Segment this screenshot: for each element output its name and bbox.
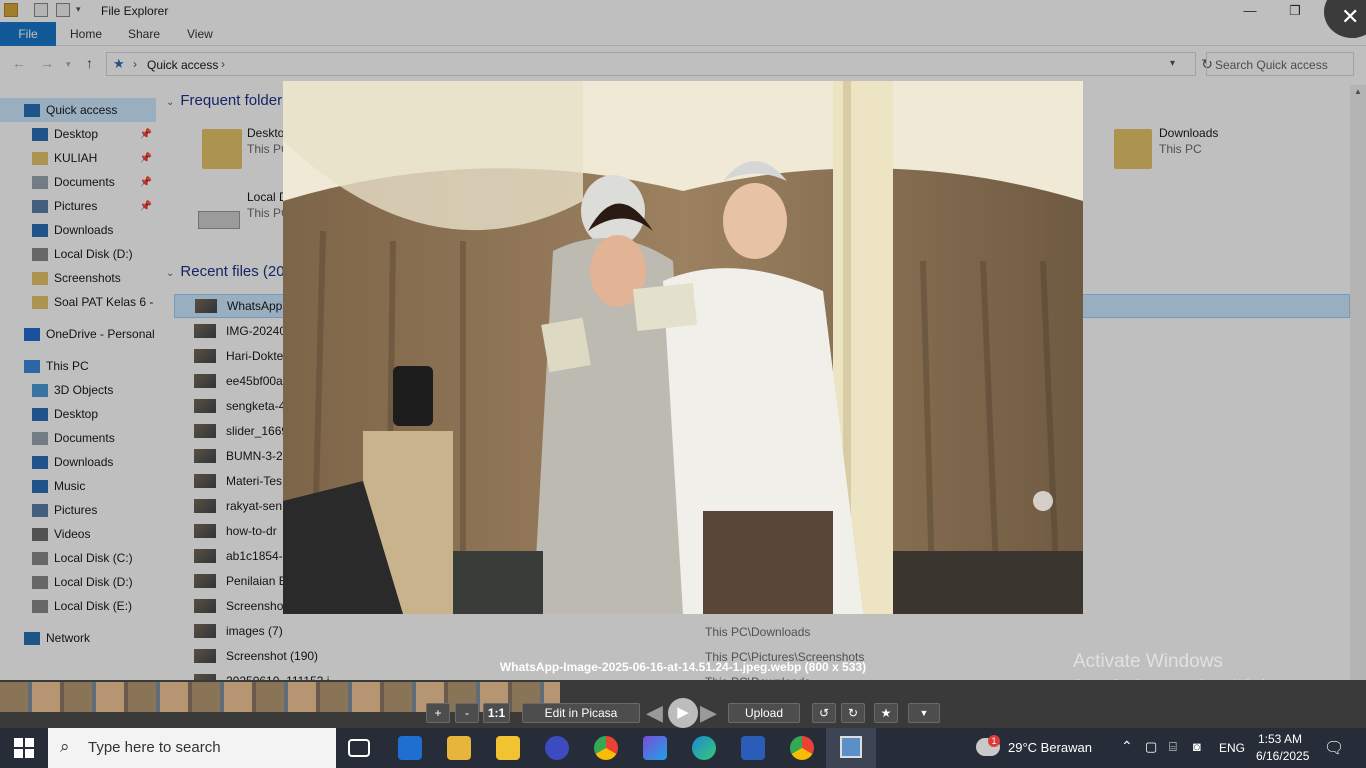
edge-icon[interactable]	[692, 736, 716, 760]
taskbar-search-input[interactable]: ⌕ Type here to search	[48, 728, 336, 768]
search-icon: ⌕	[60, 737, 70, 756]
edit-in-picasa-button[interactable]: Edit in Picasa	[522, 703, 640, 723]
app-taskbar-icon[interactable]	[545, 736, 569, 760]
m365-icon[interactable]	[643, 736, 667, 760]
upload-button[interactable]: Upload	[728, 703, 800, 723]
device-icon[interactable]: ▢	[1145, 739, 1157, 768]
star-icon[interactable]: ★	[874, 703, 898, 723]
more-options-chevron-down-icon[interactable]: ▼	[908, 703, 940, 723]
wedding-photo	[283, 81, 1083, 614]
task-view-icon[interactable]	[348, 739, 370, 757]
network-icon[interactable]: ⌸	[1169, 739, 1177, 768]
language-indicator[interactable]: ENG	[1219, 741, 1245, 768]
previous-icon[interactable]: ◀	[646, 700, 663, 726]
word-icon[interactable]	[741, 736, 765, 760]
chrome-icon[interactable]	[594, 736, 618, 760]
microsoft-store-icon[interactable]	[398, 736, 422, 760]
search-placeholder: Type here to search	[88, 739, 221, 756]
show-hidden-icons-icon[interactable]: ⌃	[1121, 738, 1133, 768]
weather-badge: 1	[988, 735, 1000, 747]
activation-title: Activate Windows	[1073, 651, 1223, 672]
notifications-icon[interactable]: 🗨	[1324, 738, 1344, 768]
volume-icon[interactable]: ◙	[1193, 739, 1201, 768]
zoom-in-button[interactable]: +	[426, 703, 450, 723]
rotate-left-icon[interactable]: ↺	[812, 703, 836, 723]
windows-taskbar: ⌕ Type here to search 1 29°C Berawan ⌃ ▢…	[0, 728, 1366, 768]
next-icon[interactable]: ▶	[700, 700, 717, 726]
zoom-out-button[interactable]: -	[455, 703, 479, 723]
photo-image[interactable]	[283, 81, 1083, 614]
chrome-profile-icon[interactable]	[790, 736, 814, 760]
play-icon[interactable]: ▶	[668, 698, 698, 728]
photo-viewer-icon	[840, 736, 862, 758]
rotate-right-icon[interactable]: ↻	[841, 703, 865, 723]
slideshow-controls: ◀ ▶ ▶	[644, 698, 722, 728]
windows-start-icon[interactable]	[14, 738, 34, 758]
weather-text[interactable]: 29°C Berawan	[1008, 740, 1092, 768]
app-taskbar-icon[interactable]	[496, 736, 520, 760]
picasa-active-app[interactable]	[826, 728, 876, 768]
clock-date[interactable]: 6/16/2025	[1256, 749, 1309, 768]
actual-size-button[interactable]: 1:1	[483, 703, 510, 723]
file-explorer-taskbar-icon[interactable]	[447, 736, 471, 760]
